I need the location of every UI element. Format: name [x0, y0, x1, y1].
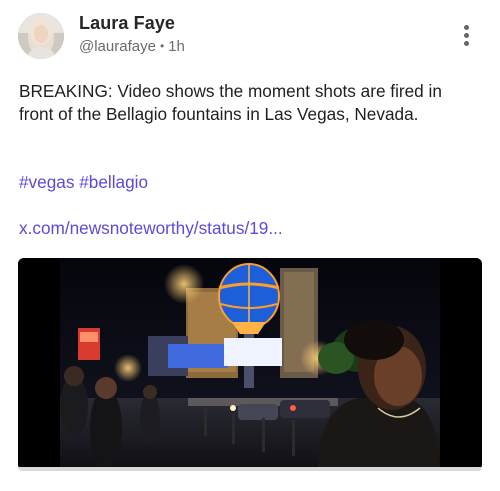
author-name[interactable]: Laura Faye: [79, 13, 175, 34]
video-progress-bar[interactable]: [18, 467, 482, 471]
hashtags: #vegas #bellagio: [19, 172, 148, 193]
video-player[interactable]: [18, 258, 482, 470]
post-text: BREAKING: Video shows the moment shots a…: [19, 81, 442, 124]
avatar-image: [18, 13, 64, 59]
video-frame: [18, 258, 482, 470]
meta-separator: •: [159, 39, 165, 53]
post-header: Laura Faye @laurafaye • 1h: [0, 0, 500, 70]
author-meta: @laurafaye • 1h: [79, 38, 185, 55]
hashtag-bellagio[interactable]: #bellagio: [79, 172, 148, 192]
post-link[interactable]: x.com/newsnoteworthy/status/19...: [19, 218, 283, 239]
more-vertical-icon[interactable]: [455, 22, 479, 48]
author-handle[interactable]: @laurafaye: [79, 38, 156, 55]
hashtag-vegas[interactable]: #vegas: [19, 172, 74, 192]
post-time[interactable]: 1h: [168, 38, 185, 55]
avatar[interactable]: [18, 13, 64, 59]
